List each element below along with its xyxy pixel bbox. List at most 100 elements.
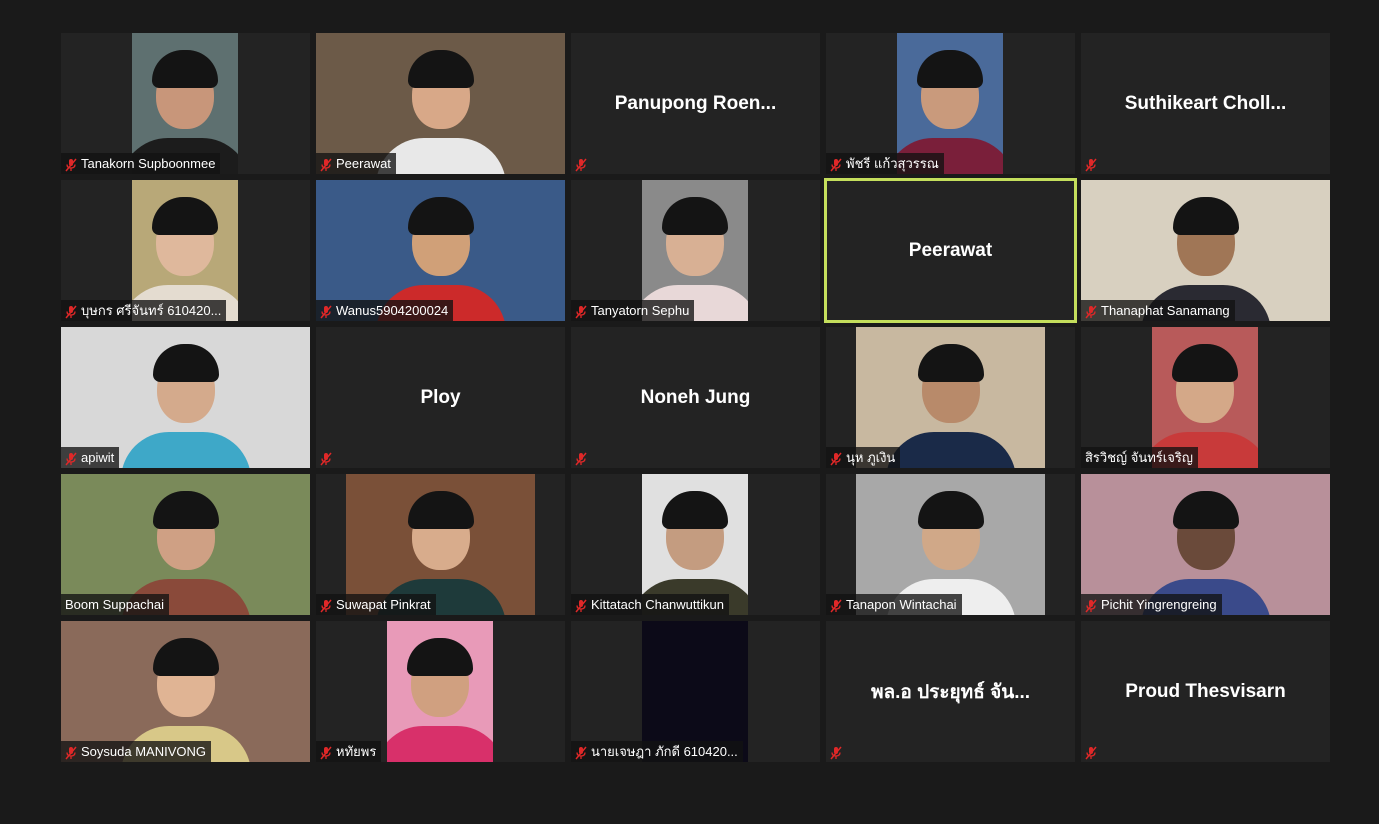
participant-name-label [826, 741, 847, 762]
participant-hair [662, 196, 728, 235]
muted-mic-icon [1085, 598, 1097, 612]
participant-tile[interactable]: apiwit [61, 327, 310, 468]
muted-mic-icon [575, 451, 587, 465]
participant-hair [407, 49, 474, 88]
participant-video [387, 621, 493, 762]
participant-name-center: Peerawat [908, 239, 993, 261]
participant-hair [407, 490, 474, 529]
participant-tile[interactable]: Kittatach Chanwuttikun [571, 474, 820, 615]
participant-hair [1172, 196, 1239, 235]
participant-hair [152, 637, 219, 676]
participant-tile[interactable]: Boom Suppachai [61, 474, 310, 615]
participant-tile[interactable]: Peerawat [824, 178, 1077, 323]
muted-mic-icon [575, 304, 587, 318]
participant-body [885, 432, 1016, 468]
participant-tile[interactable]: Proud Thesvisarn [1081, 621, 1330, 762]
participant-name: Pichit Yingrengreing [1101, 597, 1217, 612]
participant-name-label: นุห ภูเงิน [826, 447, 901, 468]
participant-name-label: Soysuda MANIVONG [61, 741, 211, 762]
participant-name: สิรวิชญ์ จันทร์เจริญ [1085, 450, 1193, 465]
muted-mic-icon [65, 304, 77, 318]
muted-mic-icon [830, 157, 842, 171]
muted-mic-icon [320, 745, 332, 759]
participant-hair [152, 196, 218, 235]
muted-mic-icon [65, 451, 77, 465]
participant-tile[interactable]: Thanaphat Sanamang [1081, 180, 1330, 321]
participant-name-label: Peerawat [316, 153, 396, 174]
participant-name: apiwit [81, 450, 115, 465]
participant-name-label [316, 447, 337, 468]
participant-tile[interactable]: Suwapat Pinkrat [316, 474, 565, 615]
muted-mic-icon [65, 157, 77, 171]
participant-tile[interactable]: พัชรี แก้วสุวรรณ [826, 33, 1075, 174]
muted-mic-icon [1085, 157, 1097, 171]
participant-name-center: Ploy [420, 386, 461, 408]
muted-mic-icon [575, 157, 587, 171]
muted-mic-icon [320, 304, 332, 318]
participant-hair [1172, 343, 1238, 382]
muted-mic-icon [1085, 304, 1097, 318]
participant-name: หทัยพร [336, 744, 377, 759]
participant-tile[interactable]: สิรวิชญ์ จันทร์เจริญ [1081, 327, 1330, 468]
participant-name: นุห ภูเงิน [846, 450, 896, 465]
participant-tile[interactable]: Peerawat [316, 33, 565, 174]
muted-mic-icon [830, 451, 842, 465]
participant-hair [152, 490, 219, 529]
participant-tile[interactable]: นายเจษฎา ภักดี 610420... [571, 621, 820, 762]
participant-tile[interactable]: Tanyatorn Sephu [571, 180, 820, 321]
participant-tile[interactable]: พล.อ ประยุทธ์ จัน... [826, 621, 1075, 762]
participant-name: Boom Suppachai [65, 597, 165, 612]
participant-name: Wanus5904200024 [336, 303, 449, 318]
participant-name-label: บุษกร ศรีจันทร์ 610420... [61, 300, 227, 321]
muted-mic-icon [320, 157, 332, 171]
participant-name-label: apiwit [61, 447, 120, 468]
participant-hair [407, 637, 473, 676]
muted-mic-icon [1085, 745, 1097, 759]
participant-name-center: Suthikeart Choll... [1124, 92, 1287, 114]
participant-name-label [1081, 153, 1102, 174]
muted-mic-icon [830, 598, 842, 612]
participant-name-label: หทัยพร [316, 741, 382, 762]
participant-tile[interactable]: Soysuda MANIVONG [61, 621, 310, 762]
muted-mic-icon [320, 598, 332, 612]
participant-name-label: นายเจษฎา ภักดี 610420... [571, 741, 743, 762]
participant-name: Thanaphat Sanamang [1101, 303, 1230, 318]
participant-name-label [1081, 741, 1102, 762]
gallery-grid: Tanakorn Supboonmee Peerawat Panupong Roen… [61, 33, 1330, 762]
participant-body [387, 726, 493, 762]
participant-tile[interactable]: Tanakorn Supboonmee [61, 33, 310, 174]
participant-tile[interactable]: นุห ภูเงิน [826, 327, 1075, 468]
participant-tile[interactable]: Noneh Jung [571, 327, 820, 468]
participant-name: Peerawat [336, 156, 391, 171]
participant-name-label: Tanyatorn Sephu [571, 300, 695, 321]
participant-name: Tanakorn Supboonmee [81, 156, 216, 171]
participant-name-label: Pichit Yingrengreing [1081, 594, 1222, 615]
participant-name-center: Noneh Jung [640, 386, 751, 408]
participant-hair [152, 343, 219, 382]
participant-tile[interactable]: Pichit Yingrengreing [1081, 474, 1330, 615]
participant-tile[interactable]: Panupong Roen... [571, 33, 820, 174]
participant-name: พัชรี แก้วสุวรรณ [846, 156, 939, 171]
participant-name-label: Tanakorn Supboonmee [61, 153, 221, 174]
participant-hair [1172, 490, 1239, 529]
muted-mic-icon [320, 451, 332, 465]
participant-name-center: พล.อ ประยุทธ์ จัน... [870, 681, 1031, 703]
participant-name-label: Boom Suppachai [61, 594, 170, 615]
participant-tile[interactable]: Tanapon Wintachai [826, 474, 1075, 615]
participant-name: Tanyatorn Sephu [591, 303, 690, 318]
participant-tile[interactable]: Wanus5904200024 [316, 180, 565, 321]
participant-name: บุษกร ศรีจันทร์ 610420... [81, 303, 222, 318]
participant-name-label: Kittatach Chanwuttikun [571, 594, 729, 615]
participant-name-label: Suwapat Pinkrat [316, 594, 436, 615]
participant-name-label: Thanaphat Sanamang [1081, 300, 1235, 321]
participant-hair [662, 490, 728, 529]
participant-tile[interactable]: บุษกร ศรีจันทร์ 610420... [61, 180, 310, 321]
participant-tile[interactable]: Ploy [316, 327, 565, 468]
participant-tile[interactable]: Suthikeart Choll... [1081, 33, 1330, 174]
participant-name-label: สิรวิชญ์ จันทร์เจริญ [1081, 447, 1198, 468]
participant-tile[interactable]: หทัยพร [316, 621, 565, 762]
participant-name: นายเจษฎา ภักดี 610420... [591, 744, 738, 759]
participant-name-label: Tanapon Wintachai [826, 594, 962, 615]
participant-name-label: Wanus5904200024 [316, 300, 454, 321]
muted-mic-icon [830, 745, 842, 759]
